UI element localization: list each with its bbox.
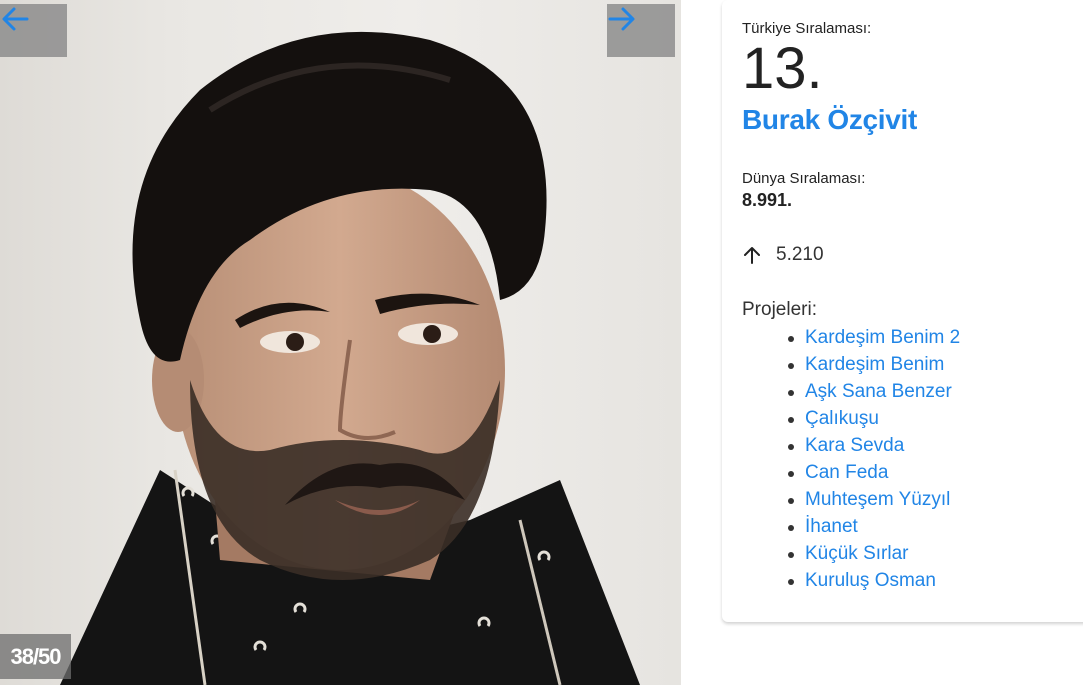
arrow-left-icon <box>2 7 29 31</box>
project-link[interactable]: İhanet <box>787 515 960 542</box>
project-link[interactable]: Kardeşim Benim 2 <box>787 326 960 353</box>
world-rank-value: 8.991. <box>742 190 793 210</box>
project-link[interactable]: Küçük Sırlar <box>787 542 960 569</box>
previous-photo-button[interactable] <box>0 4 67 57</box>
project-link[interactable]: Muhteşem Yüzyıl <box>787 488 960 515</box>
turkey-rank-value: 13. <box>742 36 823 101</box>
projects-list: Kardeşim Benim 2 Kardeşim Benim Aşk Sana… <box>787 326 960 596</box>
project-link[interactable]: Çalıkuşu <box>787 407 960 434</box>
world-rank-label: Dünya Sıralaması: <box>742 170 866 187</box>
actor-name-link[interactable]: Burak Özçivit <box>742 104 917 136</box>
project-link[interactable]: Kardeşim Benim <box>787 353 960 380</box>
turkey-rank-label: Türkiye Sıralaması: <box>742 20 872 37</box>
rank-change-value: 5.210 <box>776 244 824 265</box>
project-link[interactable]: Aşk Sana Benzer <box>787 380 960 407</box>
projects-label: Projeleri: <box>742 299 817 320</box>
next-photo-button[interactable] <box>607 4 675 57</box>
project-link[interactable]: Kuruluş Osman <box>787 569 960 596</box>
actor-info-card: Türkiye Sıralaması: 13. Burak Özçivit Dü… <box>722 0 1083 622</box>
project-link[interactable]: Kara Sevda <box>787 434 960 461</box>
photo-counter: 38/50 <box>0 634 71 679</box>
arrow-right-icon <box>608 7 635 31</box>
rank-change: 5.210 <box>742 244 824 266</box>
portrait-illustration <box>60 31 640 685</box>
arrow-up-icon <box>744 247 760 264</box>
project-link[interactable]: Can Feda <box>787 461 960 488</box>
actor-photo: 38/50 <box>0 0 681 685</box>
